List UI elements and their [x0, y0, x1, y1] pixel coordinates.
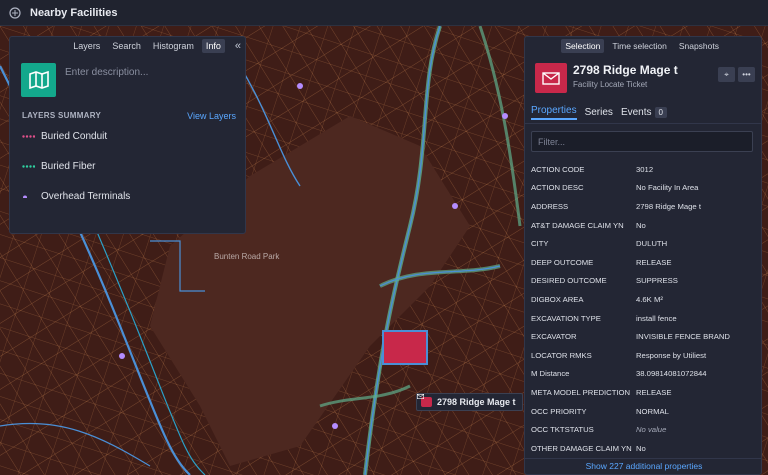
property-value: 3012 [636, 164, 654, 174]
point-icon [23, 195, 27, 198]
map-tooltip[interactable]: 2798 Ridge Mage t [416, 393, 523, 411]
property-row: DESIRED OUTCOME SUPPRESS [531, 272, 755, 291]
description-row: Enter description... [10, 55, 245, 105]
tab-layers[interactable]: Layers [69, 39, 104, 53]
left-panel-tabs: Layers Search Histogram Info « [10, 37, 245, 55]
property-key: EXCAVATION TYPE [531, 313, 601, 323]
left-panel: Layers Search Histogram Info « Enter des… [9, 36, 246, 234]
property-value: DULUTH [636, 239, 668, 249]
more-options-icon[interactable]: ••• [738, 67, 755, 82]
property-value: RELEASE [636, 387, 672, 397]
app-title: Nearby Facilities [30, 6, 118, 19]
dotted-line-icon [22, 164, 35, 168]
property-row: EXCAVATION TYPE install fence [531, 309, 755, 328]
property-key: ACTION CODE [531, 164, 585, 174]
property-value: No [636, 220, 646, 230]
property-key: DIGBOX AREA [531, 294, 584, 304]
property-key: EXCAVATOR [531, 332, 577, 342]
property-key: ADDRESS [531, 201, 569, 211]
mail-icon [535, 63, 567, 93]
property-key: M Distance [531, 369, 570, 379]
property-key: AT&T DAMAGE CLAIM YN [531, 220, 624, 230]
tab-search[interactable]: Search [108, 39, 145, 53]
layers-summary-title: LAYERS SUMMARY [22, 111, 102, 120]
map-icon [21, 63, 56, 97]
property-value: 2798 Ridge Mage t [636, 201, 701, 211]
layer-label: Buried Conduit [41, 130, 108, 142]
show-more-properties-link[interactable]: Show 227 additional properties [525, 458, 761, 474]
property-value: SUPPRESS [636, 276, 678, 286]
view-layers-link[interactable]: View Layers [187, 111, 236, 121]
properties-tabs: Properties Series Events 0 [525, 102, 761, 124]
right-panel: Selection Time selection Snapshots 2798 … [524, 36, 762, 475]
mail-icon [417, 394, 432, 407]
property-value: No value [636, 425, 667, 435]
dotted-line-icon [22, 134, 35, 138]
property-key: DESIRED OUTCOME [531, 276, 607, 286]
property-row: ACTION CODE 3012 [531, 160, 755, 179]
tab-selection[interactable]: Selection [561, 38, 605, 53]
collapse-panel-icon[interactable]: « [235, 40, 241, 52]
app-logo-icon [9, 6, 21, 19]
property-row: DIGBOX AREA 4.6K M² [531, 290, 755, 309]
property-value: No Facility In Area [636, 183, 699, 193]
unpin-icon[interactable]: ⌖ [718, 67, 735, 82]
property-value: RELEASE [636, 257, 672, 267]
property-key: OCC PRIORITY [531, 406, 587, 416]
property-key: ACTION DESC [531, 183, 584, 193]
property-value: 4.6K M² [636, 294, 663, 304]
property-row: ACTION DESC No Facility In Area [531, 179, 755, 198]
layer-item-buried-conduit[interactable]: Buried Conduit [10, 121, 245, 151]
property-value: 38.09814081072844 [636, 369, 707, 379]
property-value: install fence [636, 313, 677, 323]
property-row: OCC TKTSTATUS No value [531, 420, 755, 439]
tooltip-label: 2798 Ridge Mage t [437, 397, 516, 407]
tab-histogram[interactable]: Histogram [149, 39, 198, 53]
property-key: OCC TKTSTATUS [531, 425, 594, 435]
property-key: OTHER DAMAGE CLAIM YN [531, 443, 632, 453]
right-panel-tabs: Selection Time selection Snapshots [525, 37, 761, 54]
property-key: DEEP OUTCOME [531, 257, 594, 267]
tab-time-selection[interactable]: Time selection [608, 39, 670, 53]
property-value: Response by Utiliest [636, 350, 707, 360]
top-bar: Nearby Facilities [0, 0, 768, 26]
property-value: INVISIBLE FENCE BRAND [636, 332, 730, 342]
property-value: NORMAL [636, 406, 669, 416]
property-value: No [636, 443, 646, 453]
selection-subtitle: Facility Locate Ticket [573, 80, 648, 89]
tab-snapshots[interactable]: Snapshots [675, 39, 723, 53]
property-row: EXCAVATOR INVISIBLE FENCE BRAND [531, 327, 755, 346]
layer-item-buried-fiber[interactable]: Buried Fiber [10, 151, 245, 181]
selection-title: 2798 Ridge Mage t [573, 63, 678, 77]
filter-input[interactable]: Filter... [531, 131, 753, 152]
layer-label: Buried Fiber [41, 160, 96, 172]
property-row: OCC PRIORITY NORMAL [531, 402, 755, 421]
property-row: ADDRESS 2798 Ridge Mage t [531, 197, 755, 216]
property-key: LOCATOR RMKS [531, 350, 592, 360]
tab-series[interactable]: Series [585, 107, 613, 118]
property-row: LOCATOR RMKS Response by Utiliest [531, 346, 755, 365]
property-key: META MODEL PREDICTION [531, 387, 631, 397]
property-row: META MODEL PREDICTION RELEASE [531, 383, 755, 402]
layers-summary-header: LAYERS SUMMARY View Layers [10, 111, 245, 121]
property-row: M Distance 38.09814081072844 [531, 365, 755, 384]
selection-header: 2798 Ridge Mage t Facility Locate Ticket… [525, 54, 761, 102]
property-row: DEEP OUTCOME RELEASE [531, 253, 755, 272]
tab-properties[interactable]: Properties [531, 105, 577, 120]
properties-list: ACTION CODE 3012 ACTION DESC No Facility In… [525, 160, 761, 458]
description-input[interactable]: Enter description... [65, 67, 148, 78]
property-row: AT&T DAMAGE CLAIM YN No [531, 216, 755, 235]
tab-events[interactable]: Events 0 [621, 107, 667, 118]
layer-label: Overhead Terminals [41, 190, 131, 202]
events-count-badge: 0 [654, 107, 667, 118]
park-label: Bunten Road Park [214, 252, 280, 261]
property-row: CITY DULUTH [531, 234, 755, 253]
layer-item-overhead-terminals[interactable]: Overhead Terminals [10, 181, 245, 211]
property-key: CITY [531, 239, 549, 249]
tab-events-label: Events [620, 107, 652, 118]
tab-info[interactable]: Info [201, 39, 225, 53]
property-row: OTHER DAMAGE CLAIM YN No [531, 439, 755, 458]
